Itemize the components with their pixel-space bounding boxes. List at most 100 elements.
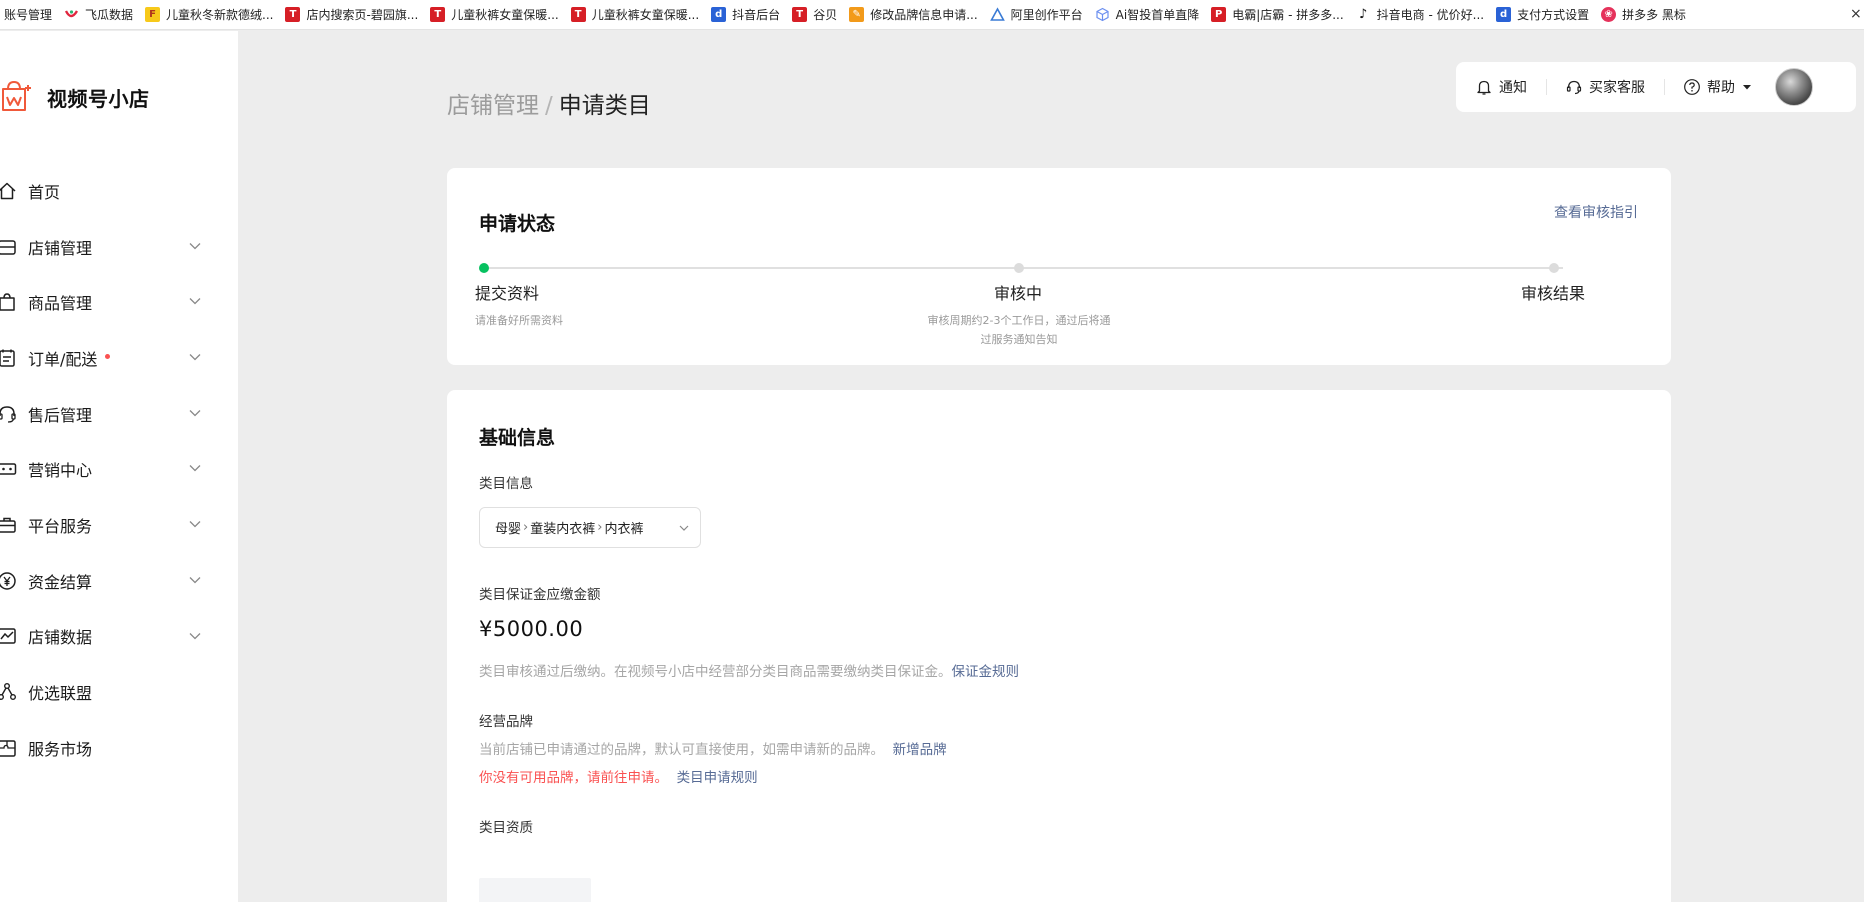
bookmark-label: 儿童秋裤女童保暖... (451, 8, 559, 22)
tmall-icon: T (285, 7, 301, 22)
chevron-down-icon (189, 409, 201, 417)
bookmark-14[interactable]: ❀ 拼多多 黑标 (1597, 0, 1694, 29)
headset-icon (0, 403, 18, 425)
store-icon (0, 236, 18, 258)
cube-icon (1095, 7, 1110, 22)
sidebar-item-data[interactable]: 店铺数据 (0, 609, 238, 665)
bookmarks-bar: 账号管理 飞瓜数据 F 儿童秋冬新款德绒... T 店内搜索页-碧园旗... T… (0, 0, 1864, 30)
qualification-upload[interactable] (479, 878, 591, 902)
sidebar-item-market[interactable]: 服务市场 (0, 720, 238, 776)
sidebar-item-settlement[interactable]: 资金结算 (0, 553, 238, 609)
deposit-rule-link[interactable]: 保证金规则 (952, 664, 1020, 680)
basic-info-card: 基础信息 类目信息 母婴 › 童装内衣裤 › 内衣裤 类目保证金应缴金额 ¥50… (447, 390, 1671, 902)
step-dot-result (1549, 263, 1559, 273)
sidebar-item-label: 订单/配送 (28, 349, 98, 369)
bookmark-label: 修改品牌信息申请... (870, 8, 978, 22)
bookmark-6[interactable]: d 抖音后台 (707, 0, 788, 29)
bookmark-label: 支付方式设置 (1517, 8, 1590, 22)
tiktok-icon: ♪ (1359, 7, 1368, 22)
bookmark-7[interactable]: T 谷贝 (788, 0, 845, 29)
sidebar-item-alliance[interactable]: 优选联盟 (0, 664, 238, 720)
bookmark-label: Ai智投首单直降 (1115, 8, 1200, 22)
category-select[interactable]: 母婴 › 童装内衣裤 › 内衣裤 (479, 507, 701, 548)
bookmark-label: 谷贝 (813, 8, 838, 22)
sidebar-item-label: 服务市场 (28, 739, 93, 759)
headset-icon (1566, 80, 1582, 95)
deposit-amount: ¥5000.00 (479, 617, 584, 641)
notify-button[interactable]: 通知 (1456, 77, 1546, 97)
bookmark-label: 飞瓜数据 (85, 8, 134, 22)
help-button[interactable]: 帮助 (1664, 77, 1771, 97)
close-icon[interactable]: × (1850, 0, 1864, 29)
sidebar-item-aftersales[interactable]: 售后管理 (0, 386, 238, 442)
sidebar-item-services[interactable]: 平台服务 (0, 497, 238, 553)
chevron-down-icon (189, 632, 201, 639)
bookmark-label: 店内搜索页-碧园旗... (306, 8, 419, 22)
puzzle-icon (0, 737, 18, 759)
bookmark-10[interactable]: Ai智投首单直降 (1091, 0, 1208, 29)
bookmark-1[interactable]: 飞瓜数据 (60, 0, 141, 29)
add-brand-link[interactable]: 新增品牌 (893, 742, 947, 758)
category-rule-link[interactable]: 类目申请规则 (677, 770, 758, 786)
tmall-icon: T (430, 7, 446, 22)
chevron-down-icon (189, 521, 201, 528)
sidebar-item-home[interactable]: 首页 (0, 163, 238, 219)
category-level-3: 内衣裤 (604, 522, 644, 537)
triangle-icon (989, 7, 1005, 22)
breadcrumb-parent[interactable]: 店铺管理 (447, 93, 539, 119)
network-icon (0, 681, 18, 703)
bookmark-label: 抖音电商 - 优价好... (1376, 8, 1485, 22)
sidebar-item-label: 首页 (28, 182, 61, 202)
bookmark-0[interactable]: 账号管理 (0, 0, 60, 29)
bookmark-13[interactable]: d 支付方式设置 (1492, 0, 1597, 29)
help-label: 帮助 (1707, 80, 1735, 96)
sidebar-item-label: 营销中心 (28, 461, 93, 481)
brand-hint-text: 当前店铺已申请通过的品牌，默认可直接使用，如需申请新的品牌。 (479, 742, 884, 758)
blue-d-icon: d (1496, 7, 1512, 22)
step-dot-submit (479, 263, 489, 273)
avatar[interactable] (1775, 68, 1813, 106)
bookmark-9[interactable]: 阿里创作平台 (986, 0, 1091, 29)
brand-title: 视频号小店 (47, 86, 150, 111)
step-desc-review-line: 审核周期约2-3个工作日，通过后将通 (927, 314, 1111, 327)
orange-icon: ✎ (849, 7, 865, 22)
bookmark-11[interactable]: P 电霸|店霸 - 拼多多... (1207, 0, 1351, 29)
briefcase-icon (0, 514, 18, 536)
bookmark-2[interactable]: F 儿童秋冬新款德绒... (141, 0, 281, 29)
page-title: 申请类目 (558, 93, 651, 119)
bookmark-5[interactable]: T 儿童秋裤女童保暖... (567, 0, 707, 29)
bookmark-12[interactable]: ♪ 抖音电商 - 优价好... (1352, 0, 1492, 29)
sidebar-item-store[interactable]: 店铺管理 (0, 219, 238, 275)
sidebar-item-marketing[interactable]: 营销中心 (0, 441, 238, 497)
bell-icon (1477, 80, 1491, 95)
brand[interactable]: 视频号小店 (0, 75, 150, 119)
top-toolbar: 通知 买家客服 帮助 (1456, 62, 1856, 112)
step-desc-submit: 请准备好所需资料 (475, 314, 563, 327)
sidebar-item-label: 优选联盟 (28, 684, 93, 704)
help-icon (1684, 79, 1700, 95)
step-desc-review-line: 过服务通知告知 (980, 333, 1058, 346)
bookmark-label: 账号管理 (4, 8, 53, 22)
review-guide-link[interactable]: 查看审核指引 (1554, 202, 1638, 222)
sidebar-item-label: 店铺数据 (28, 628, 93, 648)
bookmark-4[interactable]: T 儿童秋裤女童保暖... (426, 0, 566, 29)
customer-service-button[interactable]: 买家客服 (1546, 77, 1664, 97)
chevron-down-icon (679, 525, 689, 531)
bookmark-3[interactable]: T 店内搜索页-碧园旗... (281, 0, 426, 29)
deposit-hint-text: 类目审核通过后缴纳。在视频号小店中经营部分类目商品需要缴纳类目保证金。 (479, 664, 952, 680)
category-level-2: 童装内衣裤 (530, 522, 596, 537)
order-icon (0, 347, 18, 369)
home-icon (0, 180, 18, 202)
sidebar-item-orders[interactable]: 订单/配送 (0, 330, 238, 386)
basic-card-title: 基础信息 (479, 427, 556, 449)
step-label-result: 审核结果 (1521, 284, 1586, 303)
chevron-right-icon: › (523, 520, 529, 535)
bookmark-label: 儿童秋冬新款德绒... (166, 8, 274, 22)
sidebar-item-label: 资金结算 (28, 572, 93, 592)
bookmark-label: 儿童秋裤女童保暖... (591, 8, 700, 22)
chevron-down-icon (189, 242, 201, 250)
no-brand-warning: 你没有可用品牌，请前往申请。 类目申请规则 (479, 766, 758, 786)
bookmark-8[interactable]: ✎ 修改品牌信息申请... (845, 0, 985, 29)
caret-down-icon (1743, 85, 1751, 90)
sidebar-item-products[interactable]: 商品管理 (0, 274, 238, 330)
